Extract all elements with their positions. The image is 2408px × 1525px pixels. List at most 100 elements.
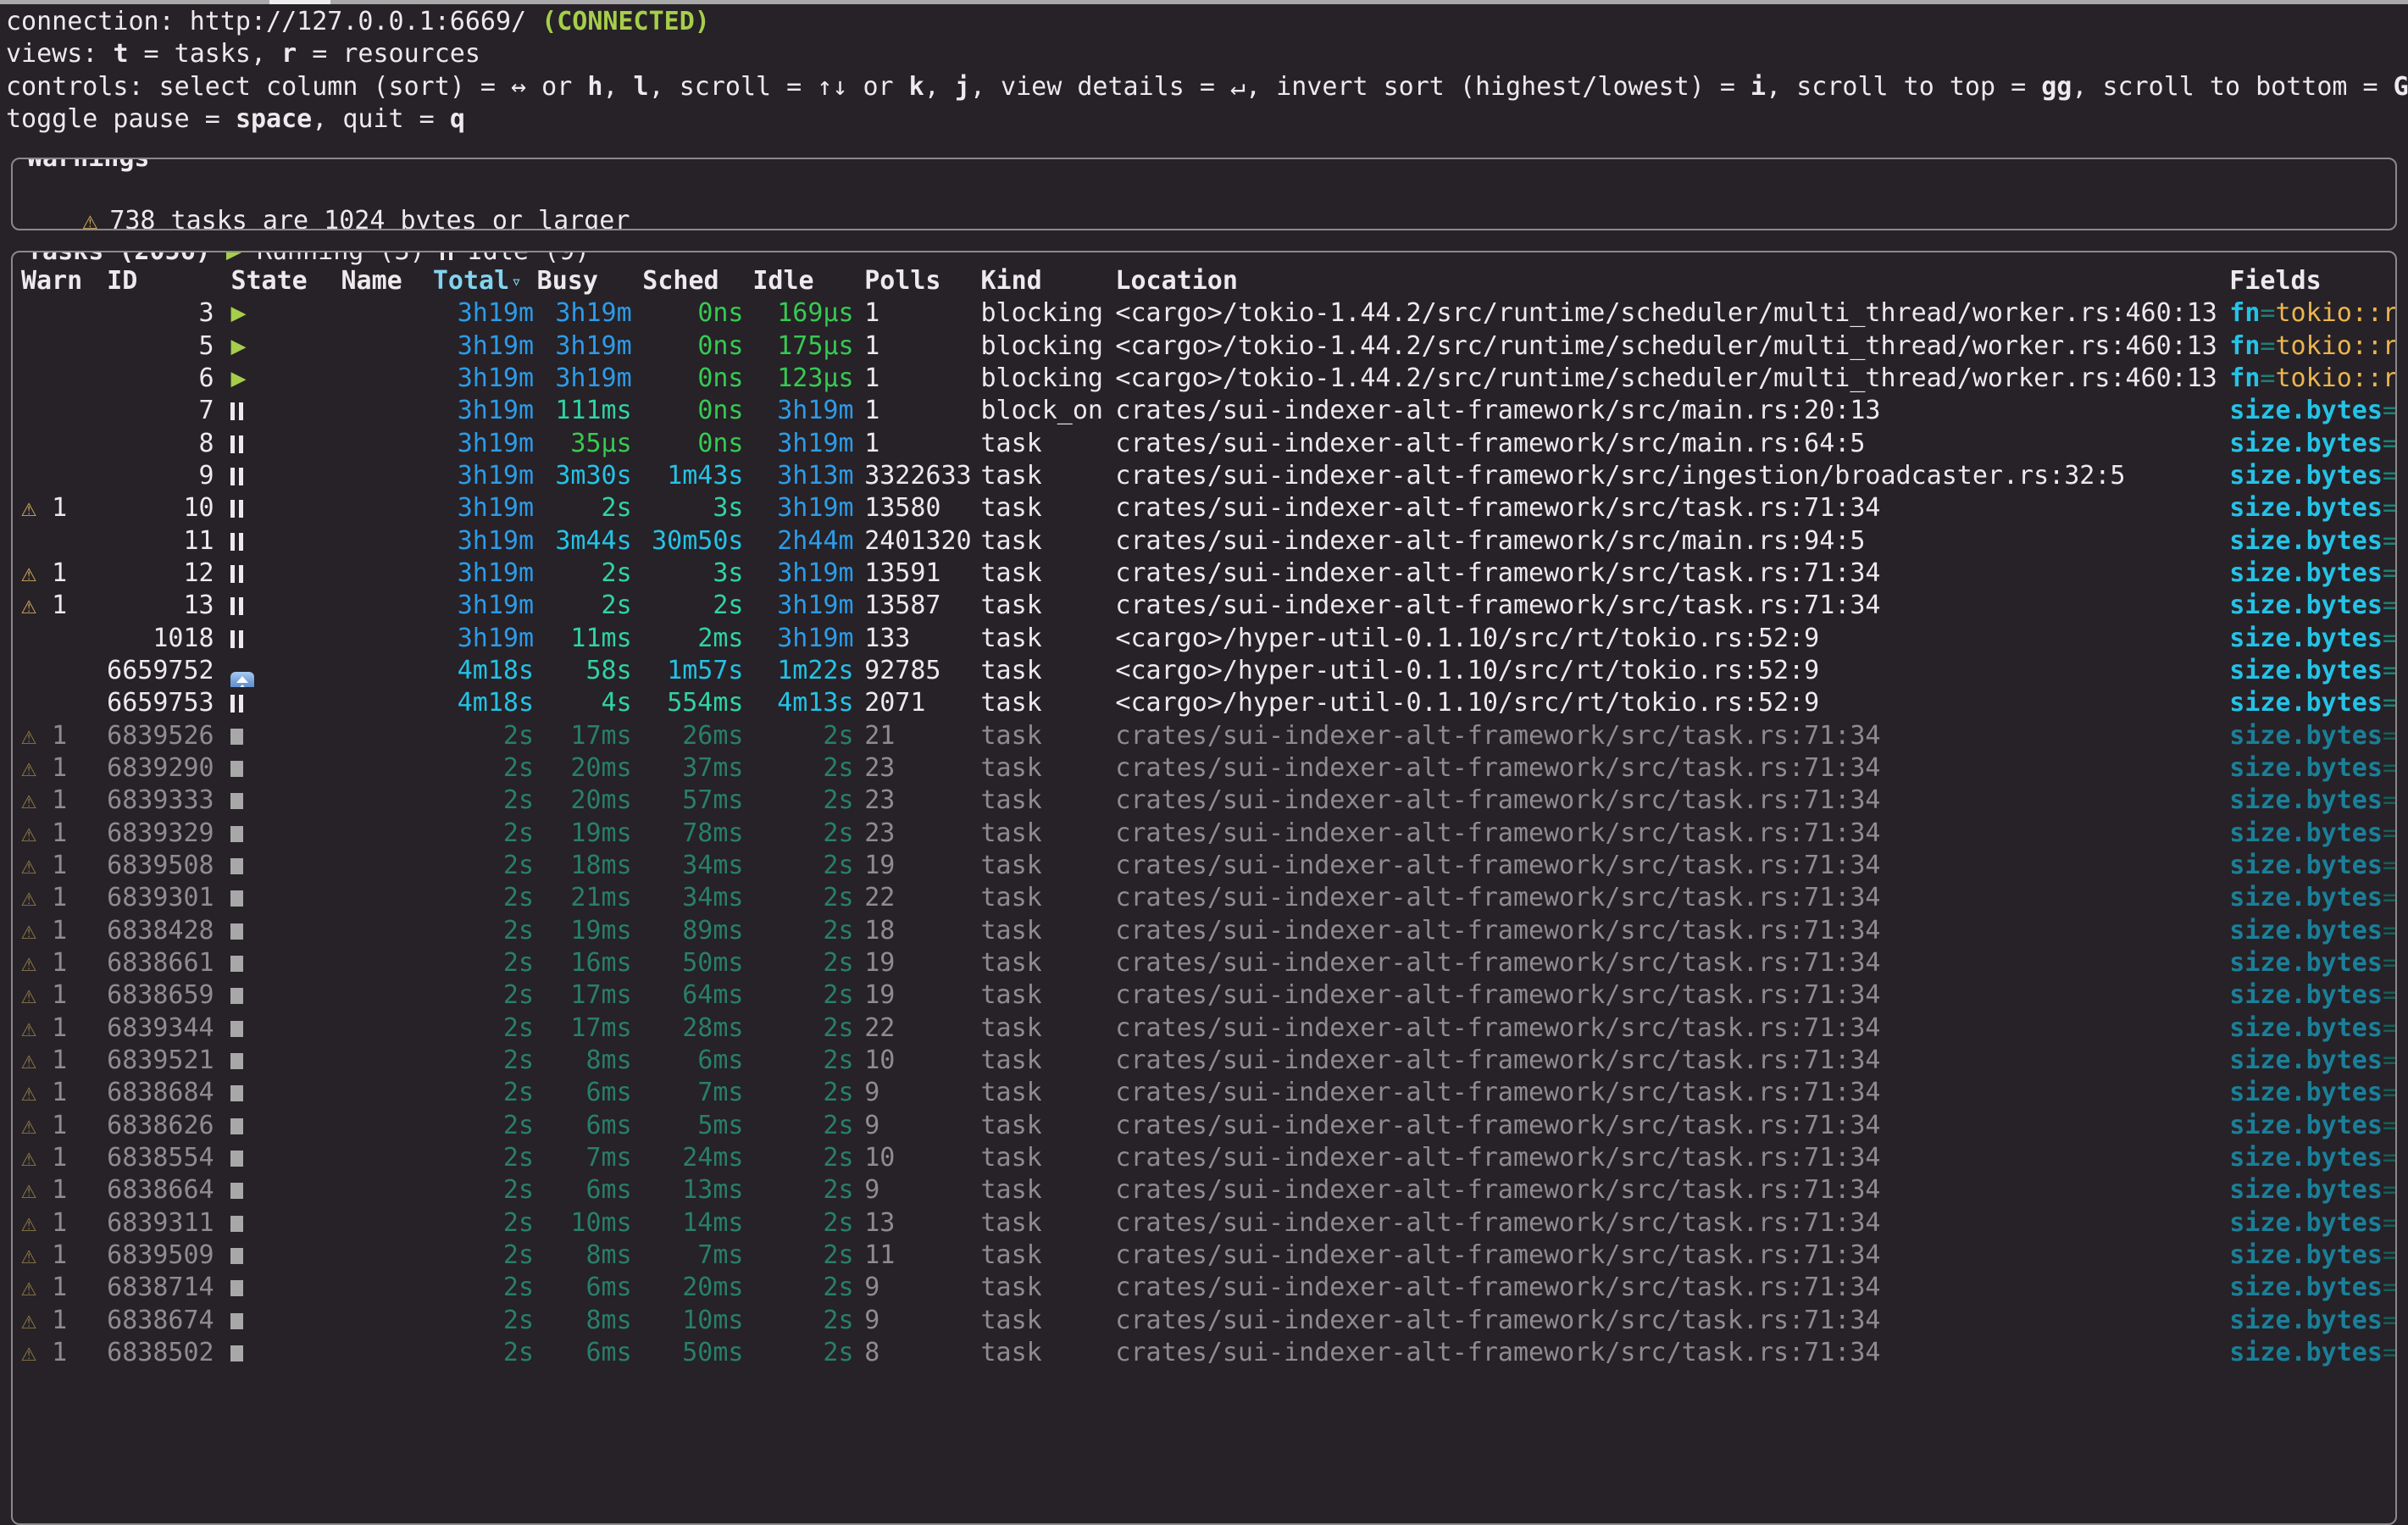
column-header-busy[interactable]: Busy	[537, 265, 632, 297]
key-hint: t	[113, 39, 128, 69]
key-hint: gg	[2041, 72, 2072, 102]
cell-fields: size.bytes=	[2229, 1110, 2397, 1142]
column-header-total[interactable]: Total▿	[433, 265, 534, 297]
field-eq: =	[2383, 396, 2397, 425]
cell-busy: 7ms	[537, 1142, 632, 1174]
cell-idle: 2s	[752, 1174, 853, 1206]
cell-warn: ⚠ 1	[21, 752, 92, 785]
task-row-6839290[interactable]: ⚠ 168392902s20ms37ms2s23taskcrates/sui-i…	[21, 752, 2395, 785]
task-row-6838502[interactable]: ⚠ 168385022s6ms50ms2s8taskcrates/sui-ind…	[21, 1337, 2395, 1369]
task-row-6839311[interactable]: ⚠ 168393112s10ms14ms2s13taskcrates/sui-i…	[21, 1207, 2395, 1239]
column-header-warn[interactable]: Warn	[21, 265, 92, 297]
cell-total: 2s	[433, 1207, 534, 1239]
task-row-6838428[interactable]: ⚠ 168384282s19ms89ms2s18taskcrates/sui-i…	[21, 915, 2395, 947]
table-rows: 3▶3h19m3h19m0ns169µs1blocking<cargo>/tok…	[21, 297, 2395, 1369]
text-segment: toggle pause =	[6, 104, 236, 134]
duration-value: 3h19m	[458, 363, 534, 393]
duration-value: 2h44m	[777, 526, 853, 556]
column-header-sched[interactable]: Sched	[642, 265, 743, 297]
duration-value: 2s	[503, 753, 534, 783]
task-row-6838664[interactable]: ⚠ 168386642s6ms13ms2s9taskcrates/sui-ind…	[21, 1174, 2395, 1206]
task-row-6839509[interactable]: ⚠ 168395092s8ms7ms2s11taskcrates/sui-ind…	[21, 1239, 2395, 1272]
task-row-6838674[interactable]: ⚠ 168386742s8ms10ms2s9taskcrates/sui-ind…	[21, 1305, 2395, 1337]
task-row-6839521[interactable]: ⚠ 168395212s8ms6ms2s10taskcrates/sui-ind…	[21, 1045, 2395, 1077]
task-row-6839508[interactable]: ⚠ 168395082s18ms34ms2s19taskcrates/sui-i…	[21, 850, 2395, 882]
cell-kind: task	[980, 557, 1111, 590]
cell-kind: task	[980, 1272, 1111, 1304]
cell-polls: 10	[864, 1045, 974, 1077]
completed-icon	[230, 1248, 243, 1264]
column-header-fields[interactable]: Fields	[2229, 265, 2397, 297]
duration-value: 2s	[823, 753, 853, 783]
task-row-6839344[interactable]: ⚠ 168393442s17ms28ms2s22taskcrates/sui-i…	[21, 1012, 2395, 1045]
duration-value: 2s	[503, 1306, 534, 1335]
paused-icon	[230, 500, 243, 518]
cell-total: 3h19m	[433, 492, 534, 524]
column-header-kind[interactable]: Kind	[980, 265, 1111, 297]
task-row-11[interactable]: 113h19m3m44s30m50s2h44m2401320taskcrates…	[21, 525, 2395, 557]
completed-icon	[230, 1118, 243, 1134]
warning-icon: ⚠	[21, 1078, 36, 1107]
task-row-9[interactable]: 93h19m3m30s1m43s3h13m3322633taskcrates/s…	[21, 460, 2395, 492]
task-row-6839526[interactable]: ⚠ 168395262s17ms26ms2s21taskcrates/sui-i…	[21, 720, 2395, 752]
column-header-polls[interactable]: Polls	[864, 265, 974, 297]
column-header-id[interactable]: ID	[107, 265, 214, 297]
cell-total: 2s	[433, 1305, 534, 1337]
cell-state	[230, 395, 322, 427]
task-row-13[interactable]: ⚠ 1133h19m2s2s3h19m13587taskcrates/sui-i…	[21, 590, 2395, 622]
cell-idle: 123µs	[752, 363, 853, 395]
cell-id: 6839290	[107, 752, 214, 785]
cell-state	[230, 428, 322, 460]
duration-value: 7ms	[585, 1143, 631, 1173]
task-row-6838684[interactable]: ⚠ 168386842s6ms7ms2s9taskcrates/sui-inde…	[21, 1077, 2395, 1109]
task-row-6838661[interactable]: ⚠ 168386612s16ms50ms2s19taskcrates/sui-i…	[21, 947, 2395, 979]
tasks-count-label: Tasks (2056)	[27, 251, 211, 266]
task-row-6659752[interactable]: 66597524m18s58s1m57s1m22s92785task<cargo…	[21, 655, 2395, 687]
cell-polls: 21	[864, 720, 974, 752]
cell-kind: task	[980, 1174, 1111, 1206]
cell-kind: task	[980, 1142, 1111, 1174]
cell-busy: 20ms	[537, 785, 632, 817]
completed-icon	[230, 890, 243, 907]
task-row-6838626[interactable]: ⚠ 168386262s6ms5ms2s9taskcrates/sui-inde…	[21, 1110, 2395, 1142]
task-row-6[interactable]: 6▶3h19m3h19m0ns123µs1blocking<cargo>/tok…	[21, 363, 2395, 395]
cell-idle: 2s	[752, 752, 853, 785]
task-row-12[interactable]: ⚠ 1123h19m2s3s3h19m13591taskcrates/sui-i…	[21, 557, 2395, 590]
column-header-name[interactable]: Name	[341, 265, 420, 297]
cell-fields: size.bytes=	[2229, 785, 2397, 817]
task-row-1018[interactable]: 10183h19m11ms2ms3h19m133task<cargo>/hype…	[21, 623, 2395, 655]
task-row-3[interactable]: 3▶3h19m3h19m0ns169µs1blocking<cargo>/tok…	[21, 297, 2395, 330]
cell-busy: 6ms	[537, 1272, 632, 1304]
task-row-6838714[interactable]: ⚠ 168387142s6ms20ms2s9taskcrates/sui-ind…	[21, 1272, 2395, 1304]
cell-idle: 2s	[752, 1207, 853, 1239]
cell-state	[230, 1077, 322, 1109]
task-row-10[interactable]: ⚠ 1103h19m2s3s3h19m13580taskcrates/sui-i…	[21, 492, 2395, 524]
column-header-location[interactable]: Location	[1115, 265, 2226, 297]
cell-polls: 92785	[864, 655, 974, 687]
warning-icon: ⚠	[21, 753, 36, 783]
cell-polls: 2071	[864, 687, 974, 719]
cell-busy: 17ms	[537, 979, 632, 1012]
task-row-6839333[interactable]: ⚠ 168393332s20ms57ms2s23taskcrates/sui-i…	[21, 785, 2395, 817]
duration-value: 2s	[503, 1045, 534, 1075]
cell-idle: 2s	[752, 1337, 853, 1369]
task-row-6838554[interactable]: ⚠ 168385542s7ms24ms2s10taskcrates/sui-in…	[21, 1142, 2395, 1174]
paused-icon	[230, 630, 243, 648]
task-row-6659753[interactable]: 66597534m18s4s554ms4m13s2071task<cargo>/…	[21, 687, 2395, 719]
task-row-6839301[interactable]: ⚠ 168393012s21ms34ms2s22taskcrates/sui-i…	[21, 882, 2395, 914]
task-row-8[interactable]: 83h19m35µs0ns3h19m1taskcrates/sui-indexe…	[21, 428, 2395, 460]
column-header-idle[interactable]: Idle	[752, 265, 853, 297]
column-header-state[interactable]: State	[230, 265, 322, 297]
cell-name	[341, 687, 420, 719]
task-row-6838659[interactable]: ⚠ 168386592s17ms64ms2s19taskcrates/sui-i…	[21, 979, 2395, 1012]
task-row-5[interactable]: 5▶3h19m3h19m0ns175µs1blocking<cargo>/tok…	[21, 330, 2395, 363]
cell-state	[230, 1110, 322, 1142]
cell-name	[341, 1110, 420, 1142]
panel-title-tasks: Tasks (2056) ▶ Running (3) Idle (9)	[23, 251, 594, 269]
duration-value: 21ms	[570, 883, 631, 912]
duration-value: 17ms	[570, 980, 631, 1010]
task-row-6839329[interactable]: ⚠ 168393292s19ms78ms2s23taskcrates/sui-i…	[21, 818, 2395, 850]
cell-name	[341, 785, 420, 817]
idle-count-label: Idle (9)	[468, 251, 591, 266]
task-row-7[interactable]: 73h19m111ms0ns3h19m1block_oncrates/sui-i…	[21, 395, 2395, 427]
